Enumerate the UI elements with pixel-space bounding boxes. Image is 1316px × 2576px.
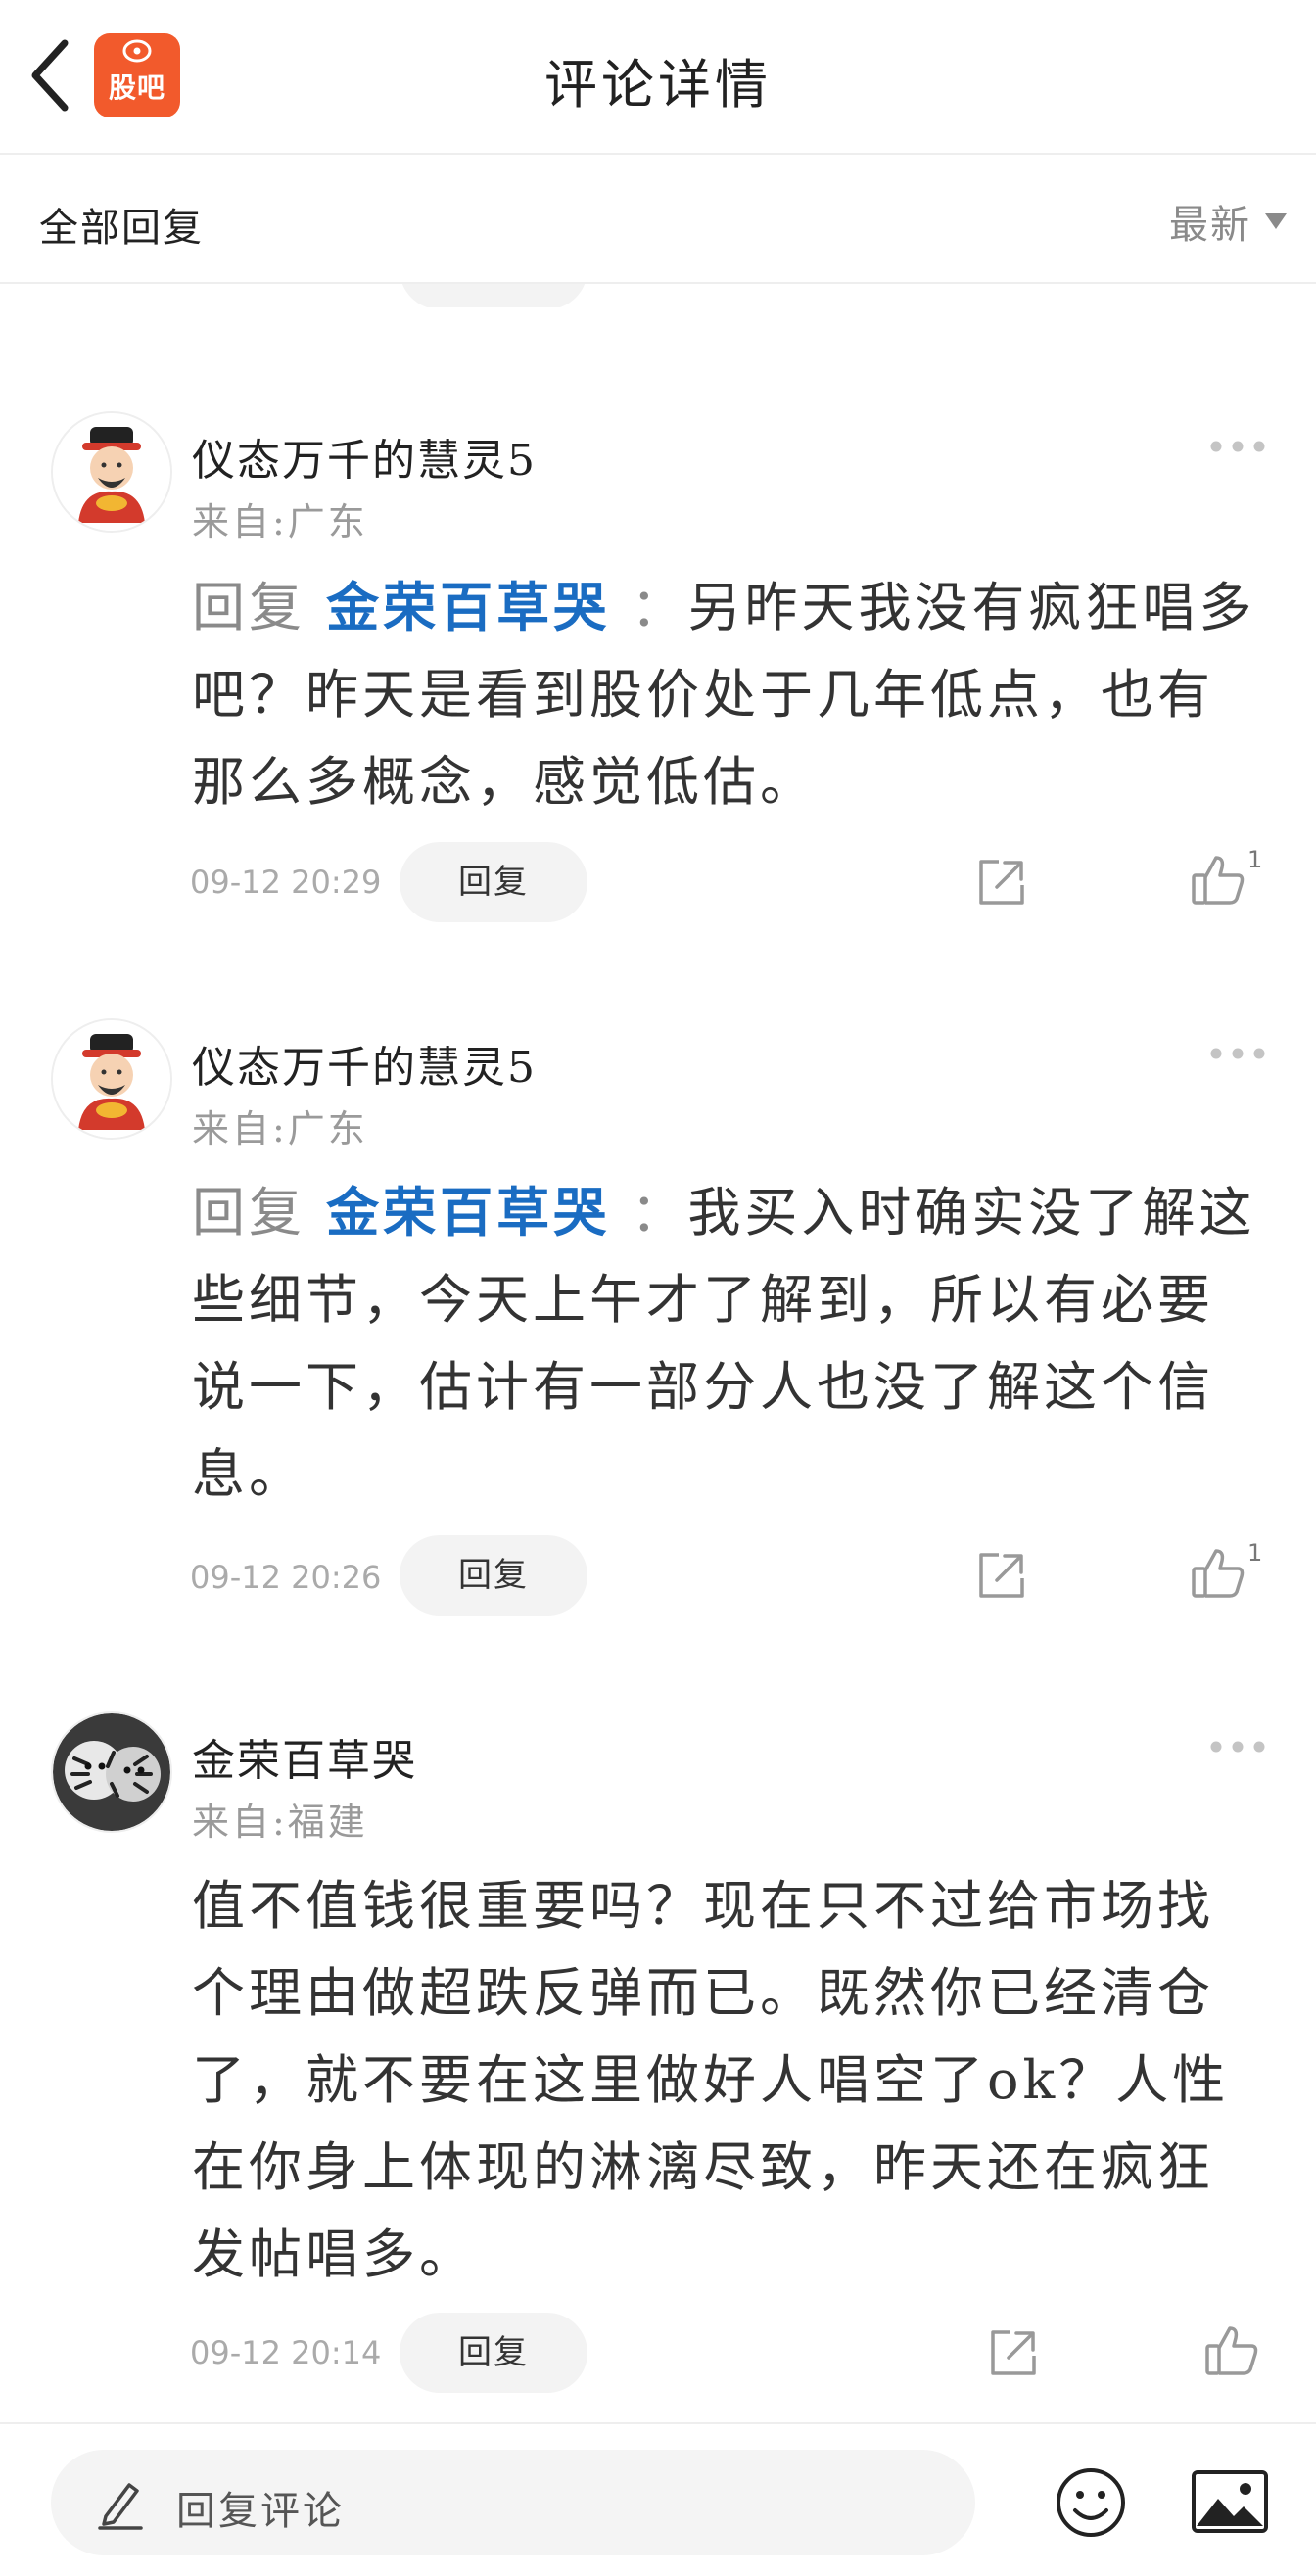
top-app-bar: 股吧 评论详情: [0, 0, 1316, 155]
reply-prefix: 回复: [192, 577, 306, 638]
reply-button[interactable]: 回复: [400, 842, 588, 922]
comment-text: 回复 金荣百草哭 ：我买入时确实没了解这些细节，今天上午才了解到，所以有必要说一…: [192, 1169, 1269, 1518]
page-title: 评论详情: [544, 54, 772, 116]
like-count: 1: [1247, 1539, 1263, 1567]
tiger-avatar-icon: [53, 1713, 170, 1831]
timestamp: 09-12 20:14: [190, 2334, 382, 2371]
thumbs-up-icon[interactable]: [1191, 854, 1246, 907]
reply-colon: ：: [631, 577, 688, 638]
avatar[interactable]: [51, 411, 172, 533]
reply-button[interactable]: 回复: [400, 1535, 588, 1616]
timestamp: 09-12 20:26: [190, 1559, 382, 1596]
reply-button[interactable]: 回复: [400, 2313, 588, 2393]
thumbs-up-icon[interactable]: [1191, 1547, 1246, 1600]
sort-label: 最新: [1169, 203, 1251, 248]
comment-text: 值不值钱很重要吗？现在只不过给市场找个理由做超跌反弹而已。既然你已经清仓了，就不…: [192, 1862, 1269, 2298]
reply-input-placeholder: 回复评论: [176, 2489, 345, 2534]
reply-prefix: 回复: [192, 1182, 306, 1243]
comment-content: 值不值钱很重要吗？现在只不过给市场找个理由做超跌反弹而已。既然你已经清仓了，就不…: [192, 1875, 1230, 2285]
like-count: 1: [1247, 846, 1263, 873]
timestamp: 09-12 20:29: [190, 864, 382, 901]
fortune-god-avatar-icon: [53, 1020, 170, 1138]
avatar[interactable]: [51, 1711, 172, 1833]
avatar[interactable]: [51, 1018, 172, 1140]
location: 来自:广东: [192, 1107, 368, 1150]
fortune-god-avatar-icon: [53, 413, 170, 531]
more-options-icon[interactable]: [1208, 1044, 1267, 1063]
emoji-icon[interactable]: [1054, 2465, 1128, 2540]
all-replies-label: 全部回复: [39, 206, 204, 251]
reply-target-link[interactable]: 金荣百草哭: [326, 576, 610, 638]
caret-down-icon: [1265, 213, 1287, 229]
location: 来自:广东: [192, 500, 368, 543]
reply-target-link[interactable]: 金荣百草哭: [326, 1181, 610, 1243]
image-icon[interactable]: [1191, 2469, 1269, 2534]
username[interactable]: 仪态万千的慧灵5: [192, 425, 537, 488]
thumbs-up-icon[interactable]: [1204, 2324, 1259, 2377]
location: 来自:福建: [192, 1801, 368, 1844]
reply-colon: ：: [631, 1182, 688, 1243]
bottom-reply-bar: 回复评论: [0, 2422, 1316, 2576]
username[interactable]: 金荣百草哭: [192, 1725, 417, 1788]
more-options-icon[interactable]: [1208, 1737, 1267, 1756]
username[interactable]: 仪态万千的慧灵5: [192, 1032, 537, 1095]
filter-bar: 全部回复 最新: [0, 157, 1316, 284]
reply-comment-input[interactable]: 回复评论: [51, 2450, 975, 2555]
sort-dropdown[interactable]: 最新: [1169, 196, 1287, 248]
more-options-icon[interactable]: [1208, 437, 1267, 456]
share-icon[interactable]: [987, 2326, 1040, 2379]
share-icon[interactable]: [975, 1549, 1028, 1602]
share-icon[interactable]: [975, 856, 1028, 909]
pencil-icon: [98, 2483, 143, 2530]
comment-text: 回复 金荣百草哭 ：另昨天我没有疯狂唱多吧？昨天是看到股价处于几年低点，也有那么…: [192, 564, 1269, 825]
